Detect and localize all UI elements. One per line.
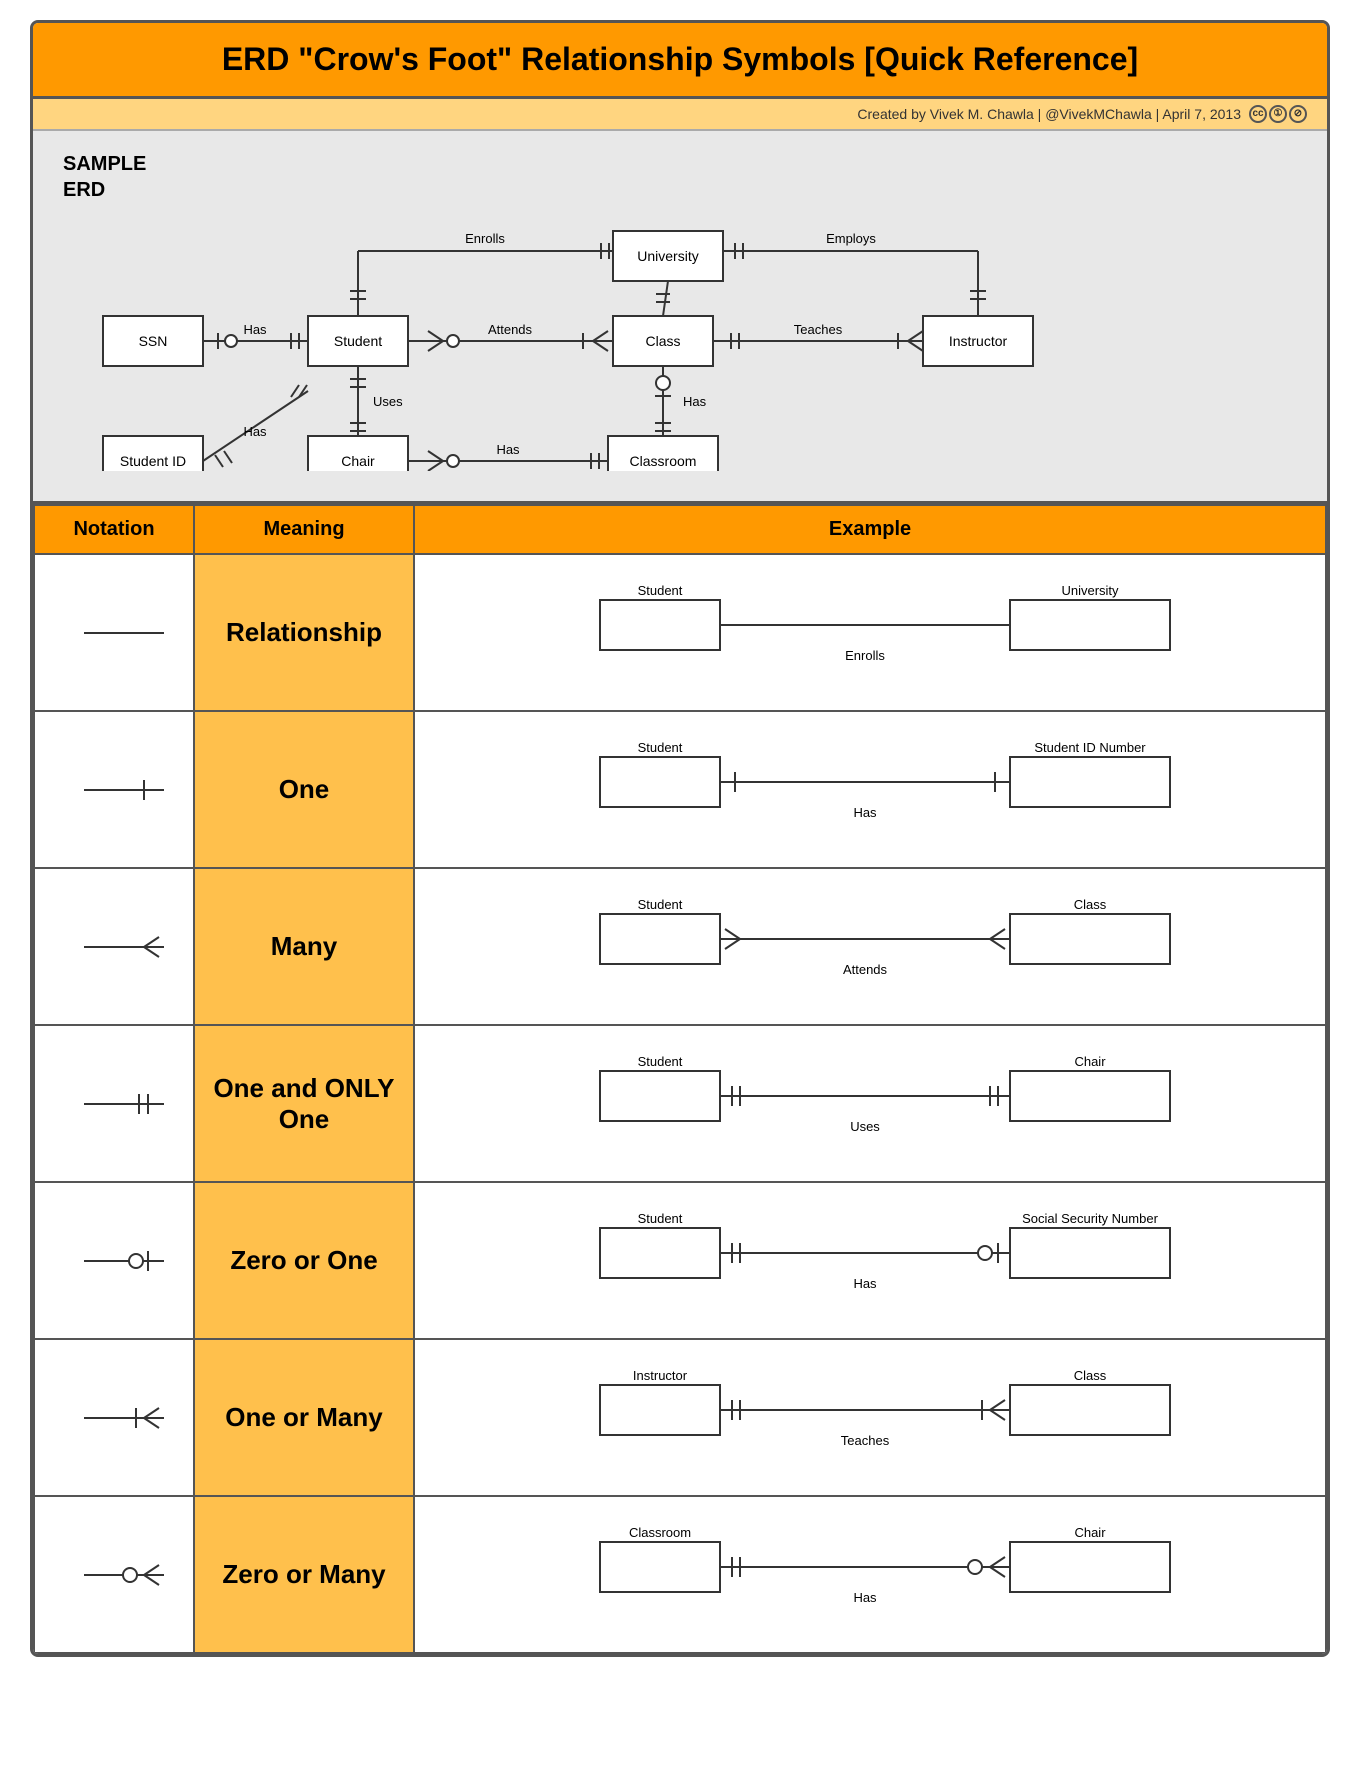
notation-cell-4 <box>34 1182 194 1339</box>
svg-text:Has: Has <box>853 1276 877 1291</box>
svg-text:Classroom: Classroom <box>630 453 697 469</box>
erd-section: SAMPLEERD SSN Student ID Student Chair <box>33 131 1327 504</box>
example-diagram-many: Student Class Attends <box>520 889 1220 999</box>
meaning-cell-3: One and ONLY One <box>194 1025 414 1182</box>
example-cell-0: Student University Enrolls <box>414 554 1326 711</box>
svg-text:Has: Has <box>683 394 707 409</box>
svg-text:Student: Student <box>638 897 683 912</box>
example-cell-6: Classroom Chair Has <box>414 1496 1326 1653</box>
notation-icon-zero_or_one <box>54 1231 174 1291</box>
table-row: One and ONLY One Student Chair Uses <box>34 1025 1326 1182</box>
notation-cell-0 <box>34 554 194 711</box>
example-diagram-zero_or_many: Classroom Chair Has <box>520 1517 1220 1627</box>
notation-cell-1 <box>34 711 194 868</box>
svg-text:Has: Has <box>243 424 267 439</box>
main-container: ERD "Crow's Foot" Relationship Symbols [… <box>30 20 1330 1657</box>
meaning-cell-1: One <box>194 711 414 868</box>
svg-text:SSN: SSN <box>139 333 168 349</box>
table-row: Zero or One Student Social Security Numb… <box>34 1182 1326 1339</box>
table-row: Many Student Class Attends <box>34 868 1326 1025</box>
notation-icon-one_or_many <box>54 1388 174 1448</box>
subtitle-text: Created by Vivek M. Chawla | @VivekMChaw… <box>857 106 1241 122</box>
svg-text:Student: Student <box>638 1054 683 1069</box>
table-header-row: Notation Meaning Example <box>34 505 1326 554</box>
svg-text:Has: Has <box>243 322 267 337</box>
example-cell-3: Student Chair Uses <box>414 1025 1326 1182</box>
header-example: Example <box>414 505 1326 554</box>
notation-icon-plain <box>54 603 174 663</box>
cc-badge: cc ① ⊘ <box>1249 105 1307 123</box>
notation-icon-one <box>54 760 174 820</box>
svg-text:Chair: Chair <box>341 453 375 469</box>
svg-text:Classroom: Classroom <box>629 1525 691 1540</box>
example-cell-1: Student Student ID Number Has <box>414 711 1326 868</box>
notation-icon-many <box>54 917 174 977</box>
example-cell-4: Student Social Security Number Has <box>414 1182 1326 1339</box>
notation-cell-6 <box>34 1496 194 1653</box>
header-notation: Notation <box>34 505 194 554</box>
example-diagram-plain: Student University Enrolls <box>520 575 1220 685</box>
svg-text:Employs: Employs <box>826 231 876 246</box>
notation-icon-one_only <box>54 1074 174 1134</box>
svg-text:Enrolls: Enrolls <box>465 231 505 246</box>
svg-text:Teaches: Teaches <box>841 1433 890 1448</box>
reference-table: Notation Meaning Example Relationship St… <box>33 504 1327 1654</box>
notation-cell-5 <box>34 1339 194 1496</box>
svg-text:Class: Class <box>645 333 680 349</box>
header-meaning: Meaning <box>194 505 414 554</box>
subtitle-bar: Created by Vivek M. Chawla | @VivekMChaw… <box>33 99 1327 131</box>
meaning-cell-6: Zero or Many <box>194 1496 414 1653</box>
page-title: ERD "Crow's Foot" Relationship Symbols [… <box>222 41 1138 77</box>
example-cell-2: Student Class Attends <box>414 868 1326 1025</box>
svg-text:Has: Has <box>853 805 877 820</box>
svg-text:Has: Has <box>496 442 520 457</box>
svg-text:University: University <box>637 248 698 264</box>
svg-text:University: University <box>1061 583 1119 598</box>
svg-text:Student ID Number: Student ID Number <box>1034 740 1146 755</box>
svg-text:Attends: Attends <box>488 322 533 337</box>
svg-text:Teaches: Teaches <box>794 322 843 337</box>
svg-text:Uses: Uses <box>850 1119 880 1134</box>
table-row: Relationship Student University Enrolls <box>34 554 1326 711</box>
notation-cell-3 <box>34 1025 194 1182</box>
cc-icon: cc <box>1249 105 1267 123</box>
svg-text:Enrolls: Enrolls <box>845 648 885 663</box>
svg-text:Class: Class <box>1074 1368 1107 1383</box>
svg-text:Student: Student <box>638 740 683 755</box>
svg-text:Student: Student <box>638 583 683 598</box>
erd-diagram: SSN Student ID Student Chair University … <box>63 151 1297 471</box>
svg-text:Has: Has <box>853 1590 877 1605</box>
meaning-cell-0: Relationship <box>194 554 414 711</box>
meaning-cell-2: Many <box>194 868 414 1025</box>
meaning-cell-4: Zero or One <box>194 1182 414 1339</box>
svg-text:Social Security Number: Social Security Number <box>1022 1211 1158 1226</box>
example-diagram-one_only: Student Chair Uses <box>520 1046 1220 1156</box>
svg-text:Student: Student <box>638 1211 683 1226</box>
svg-text:Student: Student <box>334 333 382 349</box>
notation-cell-2 <box>34 868 194 1025</box>
svg-text:Instructor: Instructor <box>949 333 1008 349</box>
example-diagram-one: Student Student ID Number Has <box>520 732 1220 842</box>
svg-text:Uses: Uses <box>373 394 403 409</box>
example-cell-5: Instructor Class Teaches <box>414 1339 1326 1496</box>
nc-icon: ⊘ <box>1289 105 1307 123</box>
table-row: Zero or Many Classroom Chair Has <box>34 1496 1326 1653</box>
meaning-cell-5: One or Many <box>194 1339 414 1496</box>
by-icon: ① <box>1269 105 1287 123</box>
title-bar: ERD "Crow's Foot" Relationship Symbols [… <box>33 23 1327 99</box>
svg-text:Attends: Attends <box>843 962 888 977</box>
example-diagram-one_or_many: Instructor Class Teaches <box>520 1360 1220 1470</box>
svg-text:Instructor: Instructor <box>633 1368 688 1383</box>
svg-text:Class: Class <box>1074 897 1107 912</box>
example-diagram-zero_or_one: Student Social Security Number Has <box>520 1203 1220 1313</box>
erd-label: SAMPLEERD <box>63 151 146 203</box>
table-row: One Student Student ID Number Has <box>34 711 1326 868</box>
svg-text:Student ID: Student ID <box>120 453 186 469</box>
table-row: One or Many Instructor Class Teaches <box>34 1339 1326 1496</box>
notation-icon-zero_or_many <box>54 1545 174 1605</box>
svg-text:Chair: Chair <box>1074 1054 1106 1069</box>
svg-text:Chair: Chair <box>1074 1525 1106 1540</box>
